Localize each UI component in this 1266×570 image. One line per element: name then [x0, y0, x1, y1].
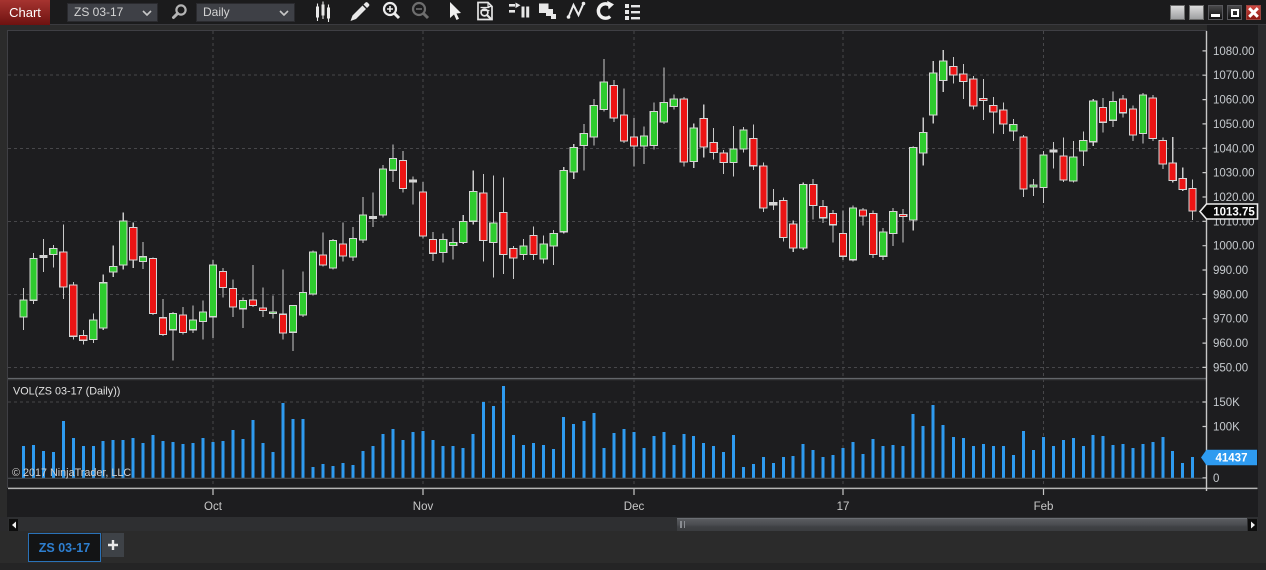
- svg-text:1020.00: 1020.00: [1213, 192, 1255, 204]
- svg-text:100K: 100K: [1213, 422, 1240, 434]
- svg-text:1070.00: 1070.00: [1213, 70, 1255, 82]
- svg-text:VOL(ZS 03-17 (Daily)): VOL(ZS 03-17 (Daily)): [13, 386, 120, 398]
- svg-text:150K: 150K: [1213, 397, 1240, 409]
- svg-text:© 2017 NinjaTrader, LLC: © 2017 NinjaTrader, LLC: [12, 467, 131, 479]
- svg-text:1000.00: 1000.00: [1213, 241, 1255, 253]
- svg-text:1050.00: 1050.00: [1213, 119, 1255, 131]
- svg-text:970.00: 970.00: [1213, 314, 1248, 326]
- svg-text:0: 0: [1213, 473, 1219, 485]
- svg-text:1013.75: 1013.75: [1213, 207, 1255, 219]
- svg-text:Oct: Oct: [204, 501, 223, 513]
- svg-text:1080.00: 1080.00: [1213, 46, 1255, 58]
- svg-text:1030.00: 1030.00: [1213, 168, 1255, 180]
- svg-text:1060.00: 1060.00: [1213, 95, 1255, 107]
- svg-text:1040.00: 1040.00: [1213, 143, 1255, 155]
- svg-text:Feb: Feb: [1034, 501, 1054, 513]
- svg-text:980.00: 980.00: [1213, 289, 1248, 301]
- svg-text:950.00: 950.00: [1213, 362, 1248, 374]
- svg-text:990.00: 990.00: [1213, 265, 1248, 277]
- svg-text:41437: 41437: [1216, 453, 1248, 465]
- svg-text:17: 17: [837, 501, 850, 513]
- svg-text:Dec: Dec: [624, 501, 645, 513]
- svg-text:960.00: 960.00: [1213, 338, 1248, 350]
- svg-text:Nov: Nov: [413, 501, 434, 513]
